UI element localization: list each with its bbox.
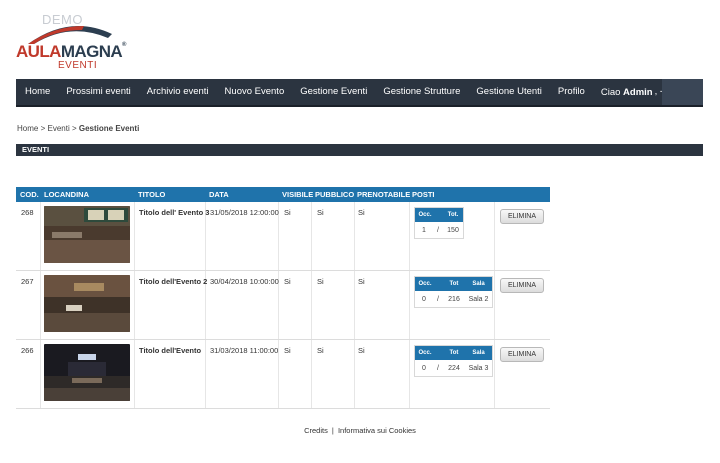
breadcrumb-home[interactable]: Home [17,124,38,133]
th-data: DATA [209,190,229,199]
th-posti: POSTI [412,190,435,199]
delete-button[interactable]: ELIMINA [500,347,544,362]
nav-home[interactable]: Home [16,79,58,105]
section-title: EVENTI [16,144,703,156]
delete-button[interactable]: ELIMINA [500,209,544,224]
cell-pubblico: Si [317,277,324,286]
cell-data: 31/03/2018 11:00:00 [210,346,279,355]
table-row: 266 Titolo dell'Evento 31/03/2018 11:00:… [16,340,550,409]
footer: Credits | Informativa sui Cookies [304,426,416,435]
th-cod: COD. [20,190,39,199]
cell-prenotabile: Si [358,277,365,286]
nav-gestione-utenti[interactable]: Gestione Utenti [468,79,549,105]
th-titolo: TITOLO [138,190,166,199]
breadcrumb: Home > Eventi > Gestione Eventi [17,124,140,133]
cell-data: 31/05/2018 12:00:00 [210,208,279,217]
table-row: 268 Titolo dell' Evento 3 31/05/2018 12:… [16,202,550,271]
event-poster-image[interactable] [44,275,130,332]
nav-user: Admin [623,86,653,98]
footer-credits-link[interactable]: Credits [304,426,328,435]
breadcrumb-eventi[interactable]: Eventi [47,124,69,133]
th-prenotabile: PRENOTABILE [357,190,411,199]
footer-cookies-link[interactable]: Informativa sui Cookies [338,426,416,435]
table-header: COD. LOCANDINA TITOLO DATA VISIBILE PUBB… [16,187,550,202]
cell-cod: 268 [21,208,34,217]
delete-button[interactable]: ELIMINA [500,278,544,293]
nav-archivio-eventi[interactable]: Archivio eventi [139,79,217,105]
nav-profilo[interactable]: Profilo [550,79,593,105]
breadcrumb-current: Gestione Eventi [78,124,140,133]
logo-sub: EVENTI [58,60,98,71]
logo[interactable]: DEMO AULAMAGNA® EVENTI [16,12,126,71]
posti-box: Occ. Tot Sala 0/216 Sala 2 [414,276,493,308]
cell-data: 30/04/2018 10:00:00 [210,277,279,286]
nav-greeting: Ciao Admin [600,86,653,98]
table-row: 267 Titolo dell'Evento 2 30/04/2018 10:0… [16,271,550,340]
nav-end-block [662,79,703,105]
th-locandina: LOCANDINA [44,190,89,199]
th-visibile: VISIBILE [282,190,314,199]
nav-gestione-eventi[interactable]: Gestione Eventi [292,79,375,105]
cell-prenotabile: Si [358,208,365,217]
cell-pubblico: Si [317,208,324,217]
main-nav: Home Prossimi eventi Archivio eventi Nuo… [16,79,706,107]
cell-visibile: Si [284,346,291,355]
cell-titolo: Titolo dell' Evento 3 [139,208,210,217]
cell-prenotabile: Si [358,346,365,355]
nav-nuovo-evento[interactable]: Nuovo Evento [217,79,293,105]
event-poster-image[interactable] [44,206,130,263]
cell-visibile: Si [284,277,291,286]
events-table: COD. LOCANDINA TITOLO DATA VISIBILE PUBB… [16,187,550,409]
cell-titolo: Titolo dell'Evento [139,346,202,355]
cell-cod: 266 [21,346,34,355]
event-poster-image[interactable] [44,344,130,401]
th-pubblico: PUBBLICO [315,190,355,199]
posti-box: Occ. Tot. 1/150 [414,207,464,239]
cell-titolo: Titolo dell'Evento 2 [139,277,208,286]
nav-gestione-strutture[interactable]: Gestione Strutture [375,79,468,105]
cell-pubblico: Si [317,346,324,355]
cell-visibile: Si [284,208,291,217]
logo-brand: AULAMAGNA® [16,42,126,61]
nav-prossimi-eventi[interactable]: Prossimi eventi [58,79,138,105]
cell-cod: 267 [21,277,34,286]
posti-box: Occ. Tot Sala 0/224 Sala 3 [414,345,493,377]
